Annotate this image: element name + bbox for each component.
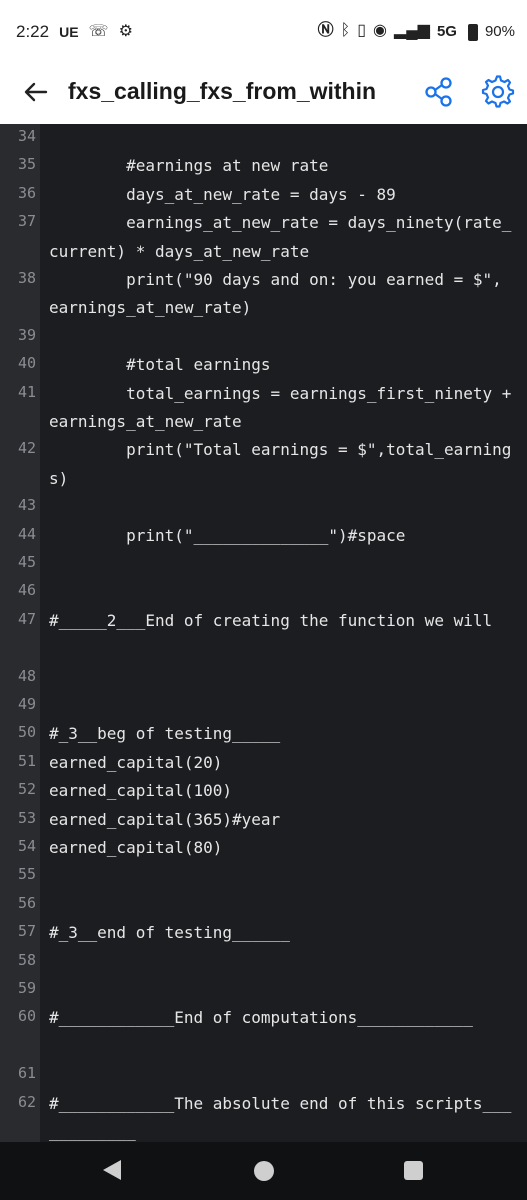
line-number: 46 xyxy=(17,581,36,600)
line-number: 40 xyxy=(17,354,36,373)
settings-status-icon: ⚙ xyxy=(118,23,133,40)
signal-icon: ▂▄▆ xyxy=(394,22,430,39)
line-number: 38 xyxy=(17,269,36,287)
line-number: 57 xyxy=(17,922,36,941)
code-text: #_3__end of testing______ xyxy=(49,923,290,943)
line-number: 51 xyxy=(17,751,36,770)
nav-home-icon[interactable] xyxy=(254,1161,274,1181)
nfc-icon: Ⓝ xyxy=(317,22,334,39)
hotspot-icon: ◉ xyxy=(373,22,387,39)
share-icon[interactable] xyxy=(424,76,454,108)
line-number: 37 xyxy=(17,212,36,231)
code-text: #_____2___End of creating the function w… xyxy=(49,610,493,630)
vibrate-icon: ▯ xyxy=(357,22,367,39)
line-number: 61 xyxy=(17,1064,36,1083)
line-number: 60 xyxy=(17,1007,36,1026)
line-number: 39 xyxy=(17,325,36,344)
line-number: 58 xyxy=(17,950,36,969)
status-bar: 2:22 UE ☏ ⚙ Ⓝ ᛒ ▯ ◉ ▂▄▆ 5G 90% xyxy=(0,0,527,64)
code-text: days_at_new_rate = days - 89 xyxy=(49,184,396,204)
code-text: print("Total earnings = $",total_earning… xyxy=(49,440,512,488)
line-number: 56 xyxy=(17,893,36,912)
back-arrow-icon[interactable] xyxy=(20,76,52,108)
code-text: total_earnings = earnings_first_ninety +… xyxy=(49,383,522,431)
code-text: #earnings at new rate xyxy=(49,156,329,176)
line-number: 50 xyxy=(17,723,36,742)
app-bar: fxs_calling_fxs_from_within xyxy=(0,64,527,124)
nav-back-icon[interactable] xyxy=(101,1158,123,1187)
line-number: 54 xyxy=(17,837,36,855)
code-text: print("90 days and on: you earned = $", … xyxy=(49,270,512,318)
line-number: 52 xyxy=(17,780,36,799)
status-left: 2:22 UE ☏ ⚙ xyxy=(16,22,133,42)
missed-call-icon: ☏ xyxy=(88,23,109,40)
network-type: 5G xyxy=(436,22,457,40)
line-number: 34 xyxy=(17,127,36,145)
line-number: 42 xyxy=(17,439,36,458)
line-number: 45 xyxy=(17,553,36,571)
status-right: Ⓝ ᛒ ▯ ◉ ▂▄▆ 5G 90% xyxy=(317,22,515,41)
nav-recents-icon[interactable] xyxy=(404,1161,423,1180)
line-number: 59 xyxy=(17,979,36,997)
battery-level: 90% xyxy=(484,22,515,40)
line-number: 55 xyxy=(17,865,36,884)
code-text: earned_capital(20) xyxy=(49,752,223,772)
line-number: 41 xyxy=(17,382,36,401)
code-text: earned_capital(365)#year xyxy=(49,809,281,829)
carrier-label: UE xyxy=(59,24,79,40)
line-number: 44 xyxy=(17,524,36,543)
line-number: 62 xyxy=(17,1092,36,1111)
line-number: 47 xyxy=(17,609,36,628)
code-text: earnings_at_new_rate = days_ninety(rate_… xyxy=(49,213,512,261)
line-number: 48 xyxy=(17,666,36,685)
code-text: earned_capital(100) xyxy=(49,781,233,801)
line-number: 49 xyxy=(17,695,36,713)
code-text: print("______________")#space xyxy=(49,525,406,545)
page-title: fxs_calling_fxs_from_within xyxy=(68,78,377,104)
battery-icon xyxy=(467,23,478,41)
line-number: 36 xyxy=(17,183,36,202)
code-text: #____________End of computations________… xyxy=(49,1008,473,1028)
code-text: earned_capital(80) xyxy=(49,838,223,857)
clock: 2:22 xyxy=(16,22,50,41)
line-number: 43 xyxy=(17,496,36,515)
bluetooth-icon: ᛒ xyxy=(340,22,351,39)
code-text: #_3__beg of testing_____ xyxy=(49,724,281,744)
line-number: 35 xyxy=(17,155,36,174)
line-number: 53 xyxy=(17,808,36,827)
navigation-bar xyxy=(0,1142,527,1200)
code-editor[interactable]: 34 35 #earnings at new rate 36 days_at_new… xyxy=(0,124,527,1142)
settings-gear-icon[interactable] xyxy=(481,75,515,109)
code-text: #____________The absolute end of this sc… xyxy=(49,1093,512,1141)
code-text: #total earnings xyxy=(49,355,271,375)
